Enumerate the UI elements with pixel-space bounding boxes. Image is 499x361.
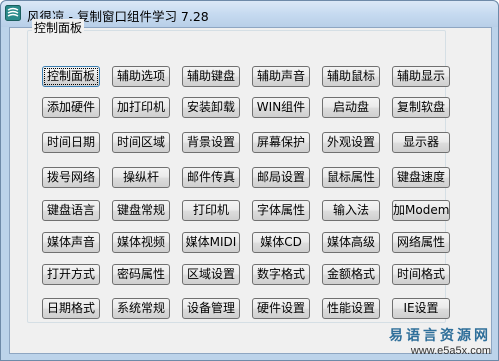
watermark: 易语言资源网 www.e5a5x.com	[389, 325, 491, 357]
cp-button-r3c5[interactable]: 外观设置	[322, 132, 380, 153]
cp-button-r2c2[interactable]: 加打印机	[112, 97, 170, 118]
cp-button-r8c3[interactable]: 设备管理	[182, 298, 240, 319]
cp-button-r7c3[interactable]: 区域设置	[182, 264, 240, 285]
cp-button-r8c6[interactable]: IE设置	[392, 298, 450, 319]
cp-button-r6c4[interactable]: 媒体CD	[252, 232, 310, 253]
cp-button-r1c5[interactable]: 辅助鼠标	[322, 66, 380, 87]
cp-button-r6c5[interactable]: 媒体高级	[322, 232, 380, 253]
cp-button-r5c4[interactable]: 字体属性	[252, 200, 310, 221]
cp-button-r2c3[interactable]: 安装卸载	[182, 97, 240, 118]
cp-button-r6c1[interactable]: 媒体声音	[42, 232, 100, 253]
cp-button-r3c4[interactable]: 屏幕保护	[252, 132, 310, 153]
cp-button-r3c3[interactable]: 背景设置	[182, 132, 240, 153]
cp-button-r5c6[interactable]: 加Modem	[392, 200, 450, 221]
cp-button-r4c1[interactable]: 拨号网络	[42, 167, 100, 188]
cp-button-r4c6[interactable]: 键盘速度	[392, 167, 450, 188]
watermark-url: www.e5a5x.com	[410, 345, 491, 357]
cp-button-r3c1[interactable]: 时间日期	[42, 132, 100, 153]
cp-button-r2c4[interactable]: WIN组件	[252, 97, 310, 118]
cp-button-r4c2[interactable]: 操纵杆	[112, 167, 170, 188]
cp-button-r3c6[interactable]: 显示器	[392, 132, 450, 153]
app-icon	[5, 5, 21, 21]
cp-button-r5c1[interactable]: 键盘语言	[42, 200, 100, 221]
cp-button-r6c3[interactable]: 媒体MIDI	[182, 232, 240, 253]
cp-button-r1c6[interactable]: 辅助显示	[392, 66, 450, 87]
cp-button-r8c1[interactable]: 日期格式	[42, 298, 100, 319]
watermark-site-name: 易语言资源网	[389, 328, 491, 344]
group-title: 控制面板	[32, 19, 85, 36]
cp-button-r7c2[interactable]: 密码属性	[112, 264, 170, 285]
cp-button-r5c3[interactable]: 打印机	[182, 200, 240, 221]
cp-button-r5c5[interactable]: 输入法	[322, 200, 380, 221]
cp-button-r4c3[interactable]: 邮件传真	[182, 167, 240, 188]
cp-button-r4c5[interactable]: 鼠标属性	[322, 167, 380, 188]
cp-button-r2c6[interactable]: 复制软盘	[392, 97, 450, 118]
cp-button-r1c1[interactable]: 控制面板	[42, 66, 100, 87]
cp-button-r7c4[interactable]: 数字格式	[252, 264, 310, 285]
cp-button-r6c6[interactable]: 网络属性	[392, 232, 450, 253]
cp-button-r7c1[interactable]: 打开方式	[42, 264, 100, 285]
cp-button-r1c4[interactable]: 辅助声音	[252, 66, 310, 87]
cp-button-r5c2[interactable]: 键盘常规	[112, 200, 170, 221]
cp-button-r4c4[interactable]: 邮局设置	[252, 167, 310, 188]
cp-button-r6c2[interactable]: 媒体视频	[112, 232, 170, 253]
cp-button-r2c5[interactable]: 启动盘	[322, 97, 380, 118]
cp-button-r8c2[interactable]: 系统常规	[112, 298, 170, 319]
cp-button-r1c2[interactable]: 辅助选项	[112, 66, 170, 87]
cp-button-r8c5[interactable]: 性能设置	[322, 298, 380, 319]
cp-button-r7c6[interactable]: 时间格式	[392, 264, 450, 285]
cp-button-r1c3[interactable]: 辅助键盘	[182, 66, 240, 87]
cp-button-r3c2[interactable]: 时间区域	[112, 132, 170, 153]
cp-button-r8c4[interactable]: 硬件设置	[252, 298, 310, 319]
cp-button-r2c1[interactable]: 添加硬件	[42, 97, 100, 118]
cp-button-r7c5[interactable]: 金额格式	[322, 264, 380, 285]
